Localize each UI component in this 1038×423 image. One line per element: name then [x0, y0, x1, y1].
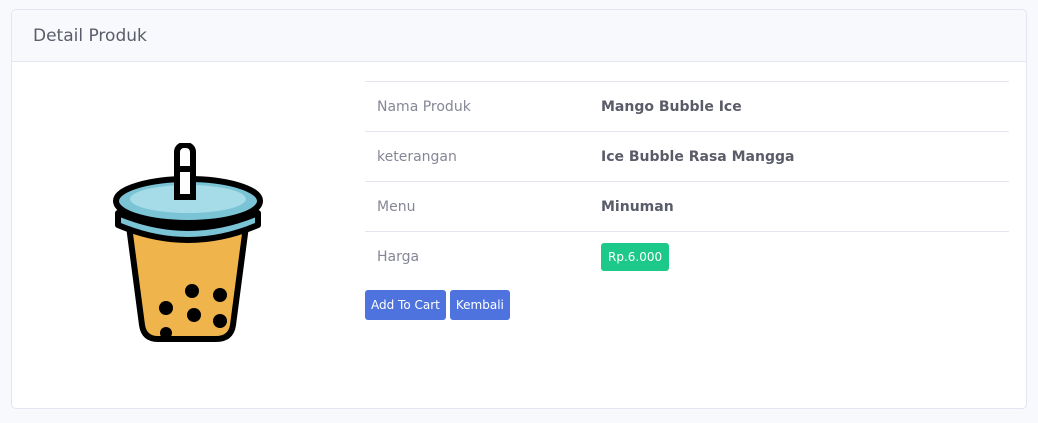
product-menu: Minuman: [601, 198, 674, 215]
detail-row-name: Nama Produk Mango Bubble Ice: [365, 81, 1009, 131]
bubble-tea-icon: [113, 143, 263, 342]
detail-row-description: keterangan Ice Bubble Rasa Mangga: [365, 131, 1009, 181]
product-description: Ice Bubble Rasa Mangga: [601, 148, 795, 165]
detail-label: keterangan: [377, 148, 457, 165]
detail-row-menu: Menu Minuman: [365, 181, 1009, 231]
detail-label: Nama Produk: [377, 98, 471, 115]
card-header: Detail Produk: [12, 10, 1026, 62]
detail-label: Harga: [377, 248, 420, 265]
detail-row-price: Harga Rp.6.000: [365, 231, 1009, 281]
action-buttons: Add To Cart Kembali: [365, 290, 1009, 320]
detail-label: Menu: [377, 198, 416, 215]
price-badge: Rp.6.000: [601, 242, 670, 271]
back-button[interactable]: Kembali: [449, 290, 510, 320]
product-detail-table: Nama Produk Mango Bubble Ice keterangan …: [365, 81, 1009, 320]
product-name: Mango Bubble Ice: [601, 98, 742, 115]
card-title: Detail Produk: [33, 25, 147, 46]
add-to-cart-button[interactable]: Add To Cart: [365, 290, 446, 320]
product-detail-card: Detail Produk Nama Produk Mango Bubble I…: [11, 9, 1027, 409]
